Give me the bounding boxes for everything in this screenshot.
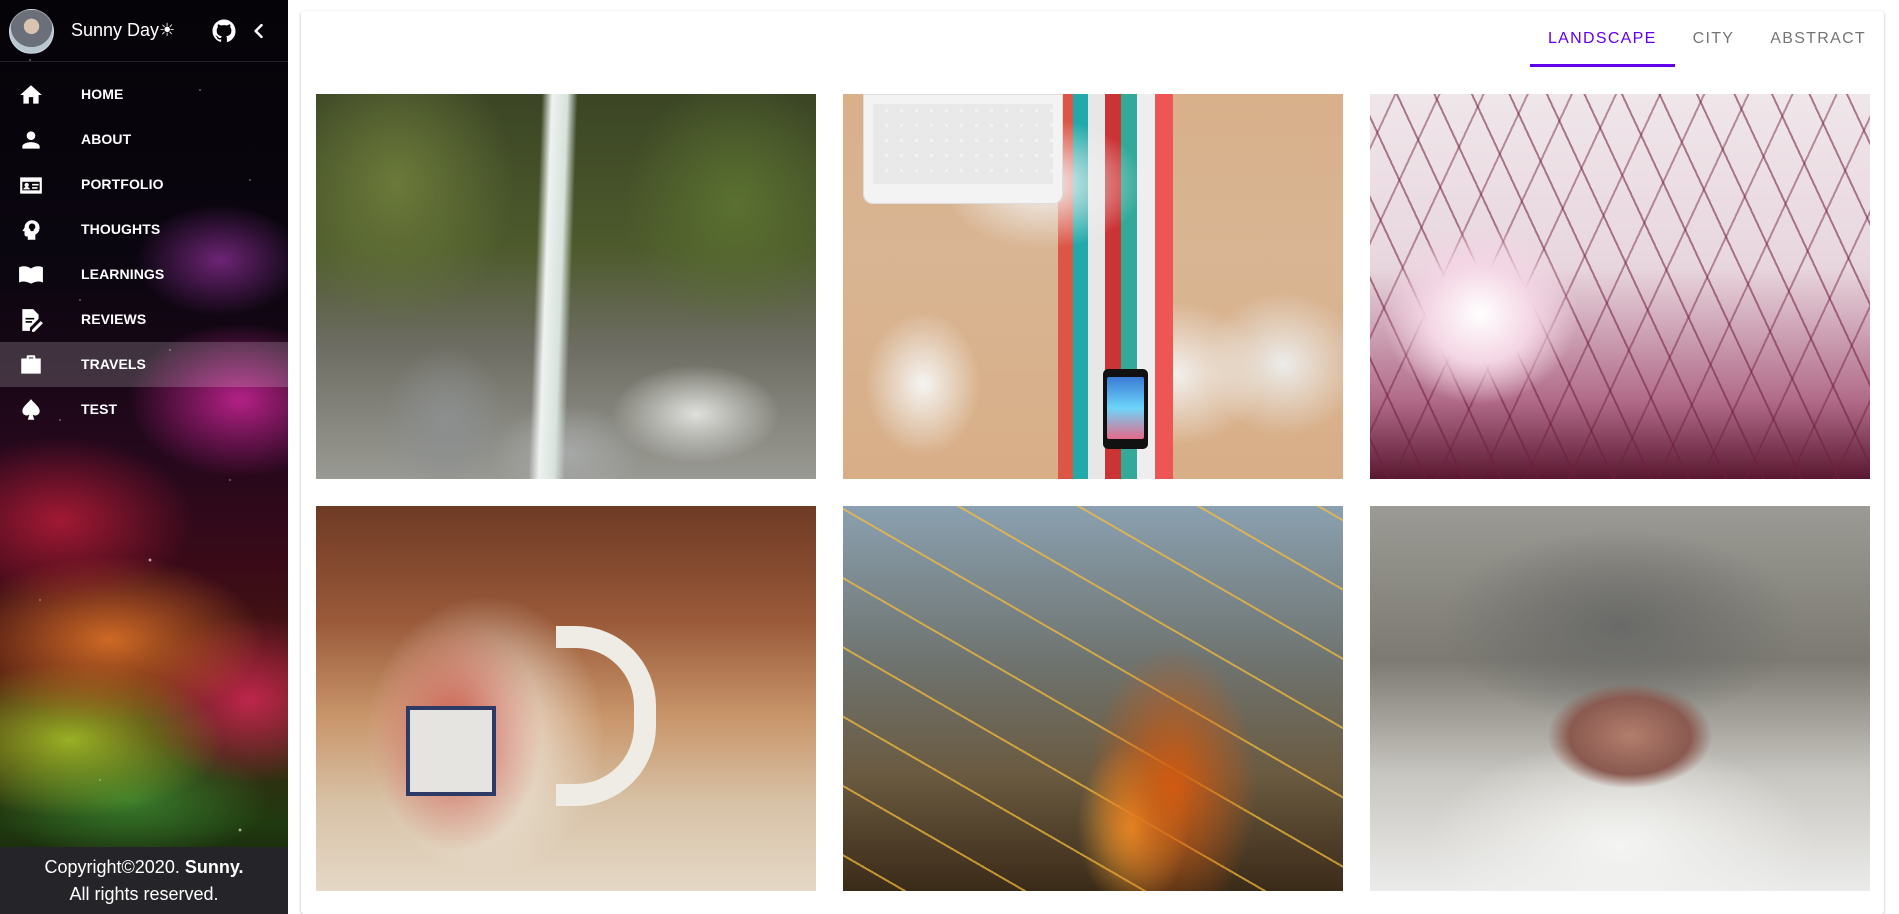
sidebar-item-portfolio[interactable]: PORTFOLIO <box>0 162 288 207</box>
avatar[interactable] <box>9 9 54 54</box>
book-icon <box>19 266 43 284</box>
photo-cat-nose[interactable] <box>1370 506 1870 891</box>
sidebar-item-label: THOUGHTS <box>81 221 161 237</box>
photo-waterfall[interactable] <box>316 94 816 479</box>
briefcase-icon <box>21 355 41 374</box>
tab-city[interactable]: CITY <box>1675 11 1753 67</box>
head-lightbulb-icon <box>22 220 40 240</box>
copyright-line: Copyright©2020. Sunny. <box>0 854 288 881</box>
photo-desk[interactable] <box>843 94 1343 479</box>
sidebar-item-label: ABOUT <box>81 131 132 147</box>
sidebar-item-label: LEARNINGS <box>81 266 165 282</box>
sidebar-footer: Copyright©2020. Sunny. All rights reserv… <box>0 847 288 914</box>
sidebar-item-label: REVIEWS <box>81 311 147 327</box>
gallery-card: LANDSCAPE CITY ABSTRACT <box>301 11 1884 914</box>
spade-icon <box>22 399 40 420</box>
photo-mug[interactable] <box>316 506 816 891</box>
person-icon <box>22 131 40 149</box>
sidebar-item-label: HOME <box>81 86 124 102</box>
sidebar-item-about[interactable]: ABOUT <box>0 117 288 162</box>
chevron-left-icon[interactable] <box>249 21 269 41</box>
sidebar: Sunny Day☀ HOME ABOUT PORTFOLIO THOUGHTS… <box>0 0 288 914</box>
tab-landscape[interactable]: LANDSCAPE <box>1529 11 1675 67</box>
stamp-shape <box>406 706 496 796</box>
sidebar-nav: HOME ABOUT PORTFOLIO THOUGHTS LEARNINGS … <box>0 72 288 432</box>
category-tabs: LANDSCAPE CITY ABSTRACT <box>1529 11 1884 67</box>
sidebar-item-home[interactable]: HOME <box>0 72 288 117</box>
sidebar-item-thoughts[interactable]: THOUGHTS <box>0 207 288 252</box>
mug-handle-shape <box>556 626 656 806</box>
home-icon <box>20 85 42 104</box>
profile-header: Sunny Day☀ <box>0 0 288 62</box>
phone-screen-shape <box>1107 377 1144 439</box>
sidebar-item-label: PORTFOLIO <box>81 176 164 192</box>
badge-icon <box>20 177 42 194</box>
site-title: Sunny Day☀ <box>71 20 176 40</box>
sidebar-item-label: TEST <box>81 401 118 417</box>
sidebar-item-test[interactable]: TEST <box>0 387 288 432</box>
photo-cactus[interactable] <box>843 506 1343 891</box>
note-edit-icon <box>22 309 43 332</box>
copyright-text: Copyright©2020. <box>44 857 185 877</box>
sidebar-item-learnings[interactable]: LEARNINGS <box>0 252 288 297</box>
sidebar-item-reviews[interactable]: REVIEWS <box>0 297 288 342</box>
photo-branches[interactable] <box>1370 94 1870 479</box>
sidebar-item-label: TRAVELS <box>81 356 146 372</box>
rights-text: All rights reserved. <box>69 884 219 904</box>
copyright-owner: Sunny. <box>184 857 244 877</box>
github-icon[interactable] <box>212 19 236 43</box>
keys-pattern <box>873 104 1053 184</box>
tab-abstract[interactable]: ABSTRACT <box>1752 11 1884 67</box>
sidebar-item-travels[interactable]: TRAVELS <box>0 342 288 387</box>
